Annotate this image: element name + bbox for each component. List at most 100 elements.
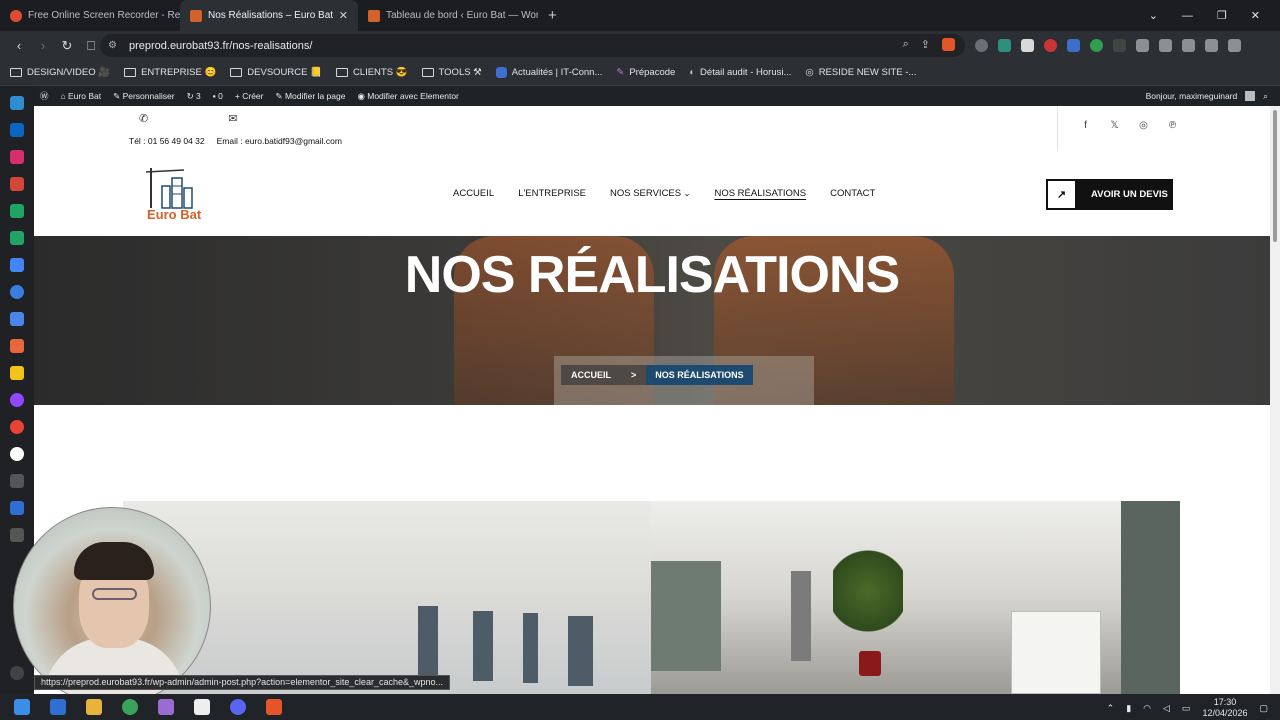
nav-services[interactable]: NOS SERVICES ⌄ xyxy=(610,188,690,199)
app-icon[interactable] xyxy=(122,699,138,715)
taskbar-clock[interactable]: 17:30 12/04/2026 xyxy=(1202,697,1247,719)
extension-icon[interactable] xyxy=(1090,39,1103,52)
extensions-puzzle-icon[interactable] xyxy=(1136,39,1149,52)
gmail-icon[interactable] xyxy=(10,177,24,191)
wp-user-greeting[interactable]: Bonjour, maximeguinard xyxy=(1146,91,1238,101)
project-image-lobby[interactable] xyxy=(651,501,1180,694)
back-icon[interactable]: ‹ xyxy=(8,38,30,53)
extension-icon[interactable] xyxy=(1113,39,1126,52)
analytics-icon[interactable] xyxy=(10,96,24,110)
bookmark-prepacode[interactable]: ✎ Prépacode xyxy=(616,67,675,78)
bookmark-folder-devsource[interactable]: DEVSOURCE 📒 xyxy=(230,67,322,78)
app-icon[interactable] xyxy=(10,501,24,515)
nav-accueil[interactable]: ACCUEIL xyxy=(453,188,494,199)
wordpress-logo-icon[interactable]: Ⓦ xyxy=(40,90,49,102)
brave-shield-icon[interactable] xyxy=(942,38,955,51)
nav-entreprise[interactable]: L'ENTREPRISE xyxy=(518,188,586,199)
wp-updates-link[interactable]: ↻ 3 xyxy=(187,91,201,102)
tray-device-icon[interactable]: ▮ xyxy=(1126,703,1131,714)
facebook-icon[interactable]: f xyxy=(1080,120,1091,131)
bookmark-folder-clients[interactable]: CLIENTS 😎 xyxy=(335,67,408,78)
wp-site-link[interactable]: ⌂ Euro Bat xyxy=(61,91,102,101)
font-icon[interactable] xyxy=(10,528,24,542)
site-info-icon[interactable]: ⚙ xyxy=(108,40,117,51)
battery-icon[interactable]: ▭ xyxy=(1182,703,1191,714)
bookmark-folder-design-video[interactable]: DESIGN/VIDEO 🎥 xyxy=(10,67,110,78)
wp-edit-page-link[interactable]: ✎ Modifier la page xyxy=(275,91,345,102)
bookmark-icon[interactable]: ⎕ xyxy=(80,38,102,54)
instagram-icon[interactable] xyxy=(10,150,24,164)
window-image xyxy=(473,611,493,681)
vpn-icon[interactable] xyxy=(975,39,988,52)
google-icon[interactable] xyxy=(10,420,24,434)
page-scrollbar[interactable] xyxy=(1270,106,1280,694)
notifications-icon[interactable]: ▢ xyxy=(1259,703,1268,714)
scrollbar-thumb[interactable] xyxy=(1273,110,1277,242)
new-tab-button[interactable]: + xyxy=(548,7,557,24)
bookmark-folder-tools[interactable]: TOOLS ⚒ xyxy=(421,67,482,78)
tab-search-chevron-icon[interactable]: ⌄ xyxy=(1149,9,1158,22)
sidebar-toggle-icon[interactable] xyxy=(1159,39,1172,52)
address-bar[interactable]: ⚙ preprod.eurobat93.fr/nos-realisations/… xyxy=(100,34,965,57)
wifi-icon[interactable]: ◠ xyxy=(1143,703,1151,714)
close-window-icon[interactable]: ✕ xyxy=(1251,9,1260,22)
media-icon[interactable] xyxy=(1205,39,1218,52)
wp-customize-link[interactable]: ✎ Personnaliser xyxy=(113,91,174,102)
settings-gear-icon[interactable] xyxy=(10,666,24,680)
phone-text[interactable]: Tél : 01 56 49 04 32 xyxy=(129,136,205,146)
wp-comments-link[interactable]: ▪ 0 xyxy=(213,91,223,101)
download-icon[interactable] xyxy=(1182,39,1195,52)
reload-icon[interactable]: ↻ xyxy=(56,38,78,54)
x-icon[interactable]: 𝕏 xyxy=(1109,120,1120,131)
app-icon[interactable] xyxy=(50,699,66,715)
translate-icon[interactable] xyxy=(1067,39,1080,52)
app-icon[interactable] xyxy=(10,366,24,380)
nav-realisations[interactable]: NOS RÉALISATIONS xyxy=(714,188,806,199)
discord-icon[interactable] xyxy=(230,699,246,715)
wp-search-icon[interactable]: ⌕ xyxy=(1263,91,1268,102)
extension-icon[interactable] xyxy=(1021,39,1034,52)
sheets-icon[interactable] xyxy=(10,231,24,245)
calendar-icon[interactable] xyxy=(10,258,24,272)
menu-icon[interactable] xyxy=(1228,39,1241,52)
app-icon[interactable] xyxy=(10,285,24,299)
drive-icon[interactable] xyxy=(10,204,24,218)
avatar[interactable] xyxy=(1245,91,1256,101)
email-text[interactable]: Email : euro.batidf93@gmail.com xyxy=(217,136,342,146)
tab-nos-realisations[interactable]: Nos Réalisations – Euro Bat ✕ xyxy=(180,0,358,31)
share-icon[interactable]: ⇪ xyxy=(921,38,930,51)
extension-icon[interactable] xyxy=(1044,39,1057,52)
zoom-icon[interactable]: ⌕ xyxy=(903,38,909,51)
forward-icon[interactable]: › xyxy=(32,38,54,53)
wp-new-link[interactable]: + Créer xyxy=(235,91,264,101)
docs-icon[interactable] xyxy=(10,312,24,326)
instagram-icon[interactable]: ◎ xyxy=(1138,120,1149,131)
wp-elementor-link[interactable]: ◉ Modifier avec Elementor xyxy=(357,91,458,102)
minimize-icon[interactable]: — xyxy=(1182,10,1193,22)
bookmark-folder-entreprise[interactable]: ENTREPRISE 😊 xyxy=(124,67,216,78)
bookmark-horusi[interactable]: ◐ Détail audit - Horusi... xyxy=(689,67,791,78)
file-explorer-icon[interactable] xyxy=(86,699,102,715)
tab-wordpress-dashboard[interactable]: Tableau de bord ‹ Euro Bat — WordP xyxy=(358,0,538,31)
linkedin-icon[interactable] xyxy=(10,123,24,137)
close-tab-icon[interactable]: ✕ xyxy=(339,9,348,22)
app-icon[interactable] xyxy=(10,339,24,353)
tray-chevron-up-icon[interactable]: ⌃ xyxy=(1107,703,1115,714)
pinterest-icon[interactable]: ℗ xyxy=(1167,120,1178,131)
restore-icon[interactable]: ❐ xyxy=(1217,9,1227,22)
notion-icon[interactable] xyxy=(194,699,210,715)
quote-button[interactable]: ↗ AVOIR UN DEVIS xyxy=(1046,179,1173,210)
google-g-icon[interactable] xyxy=(10,474,24,488)
tab-screen-recorder[interactable]: Free Online Screen Recorder - Re xyxy=(0,0,180,31)
app-icon[interactable] xyxy=(158,699,174,715)
chatgpt-icon[interactable] xyxy=(10,447,24,461)
bookmark-it-connect[interactable]: Actualités | IT-Conn... xyxy=(495,67,602,78)
nav-contact[interactable]: CONTACT xyxy=(830,188,875,199)
breadcrumb-home[interactable]: ACCUEIL xyxy=(561,365,621,385)
bookmark-reside[interactable]: ◎ RESIDE NEW SITE -... xyxy=(805,67,916,78)
brave-icon[interactable] xyxy=(266,699,282,715)
volume-icon[interactable]: ◁ xyxy=(1163,703,1170,714)
extension-icon[interactable] xyxy=(998,39,1011,52)
windows-start-icon[interactable] xyxy=(14,699,30,715)
heart-icon[interactable] xyxy=(10,393,24,407)
